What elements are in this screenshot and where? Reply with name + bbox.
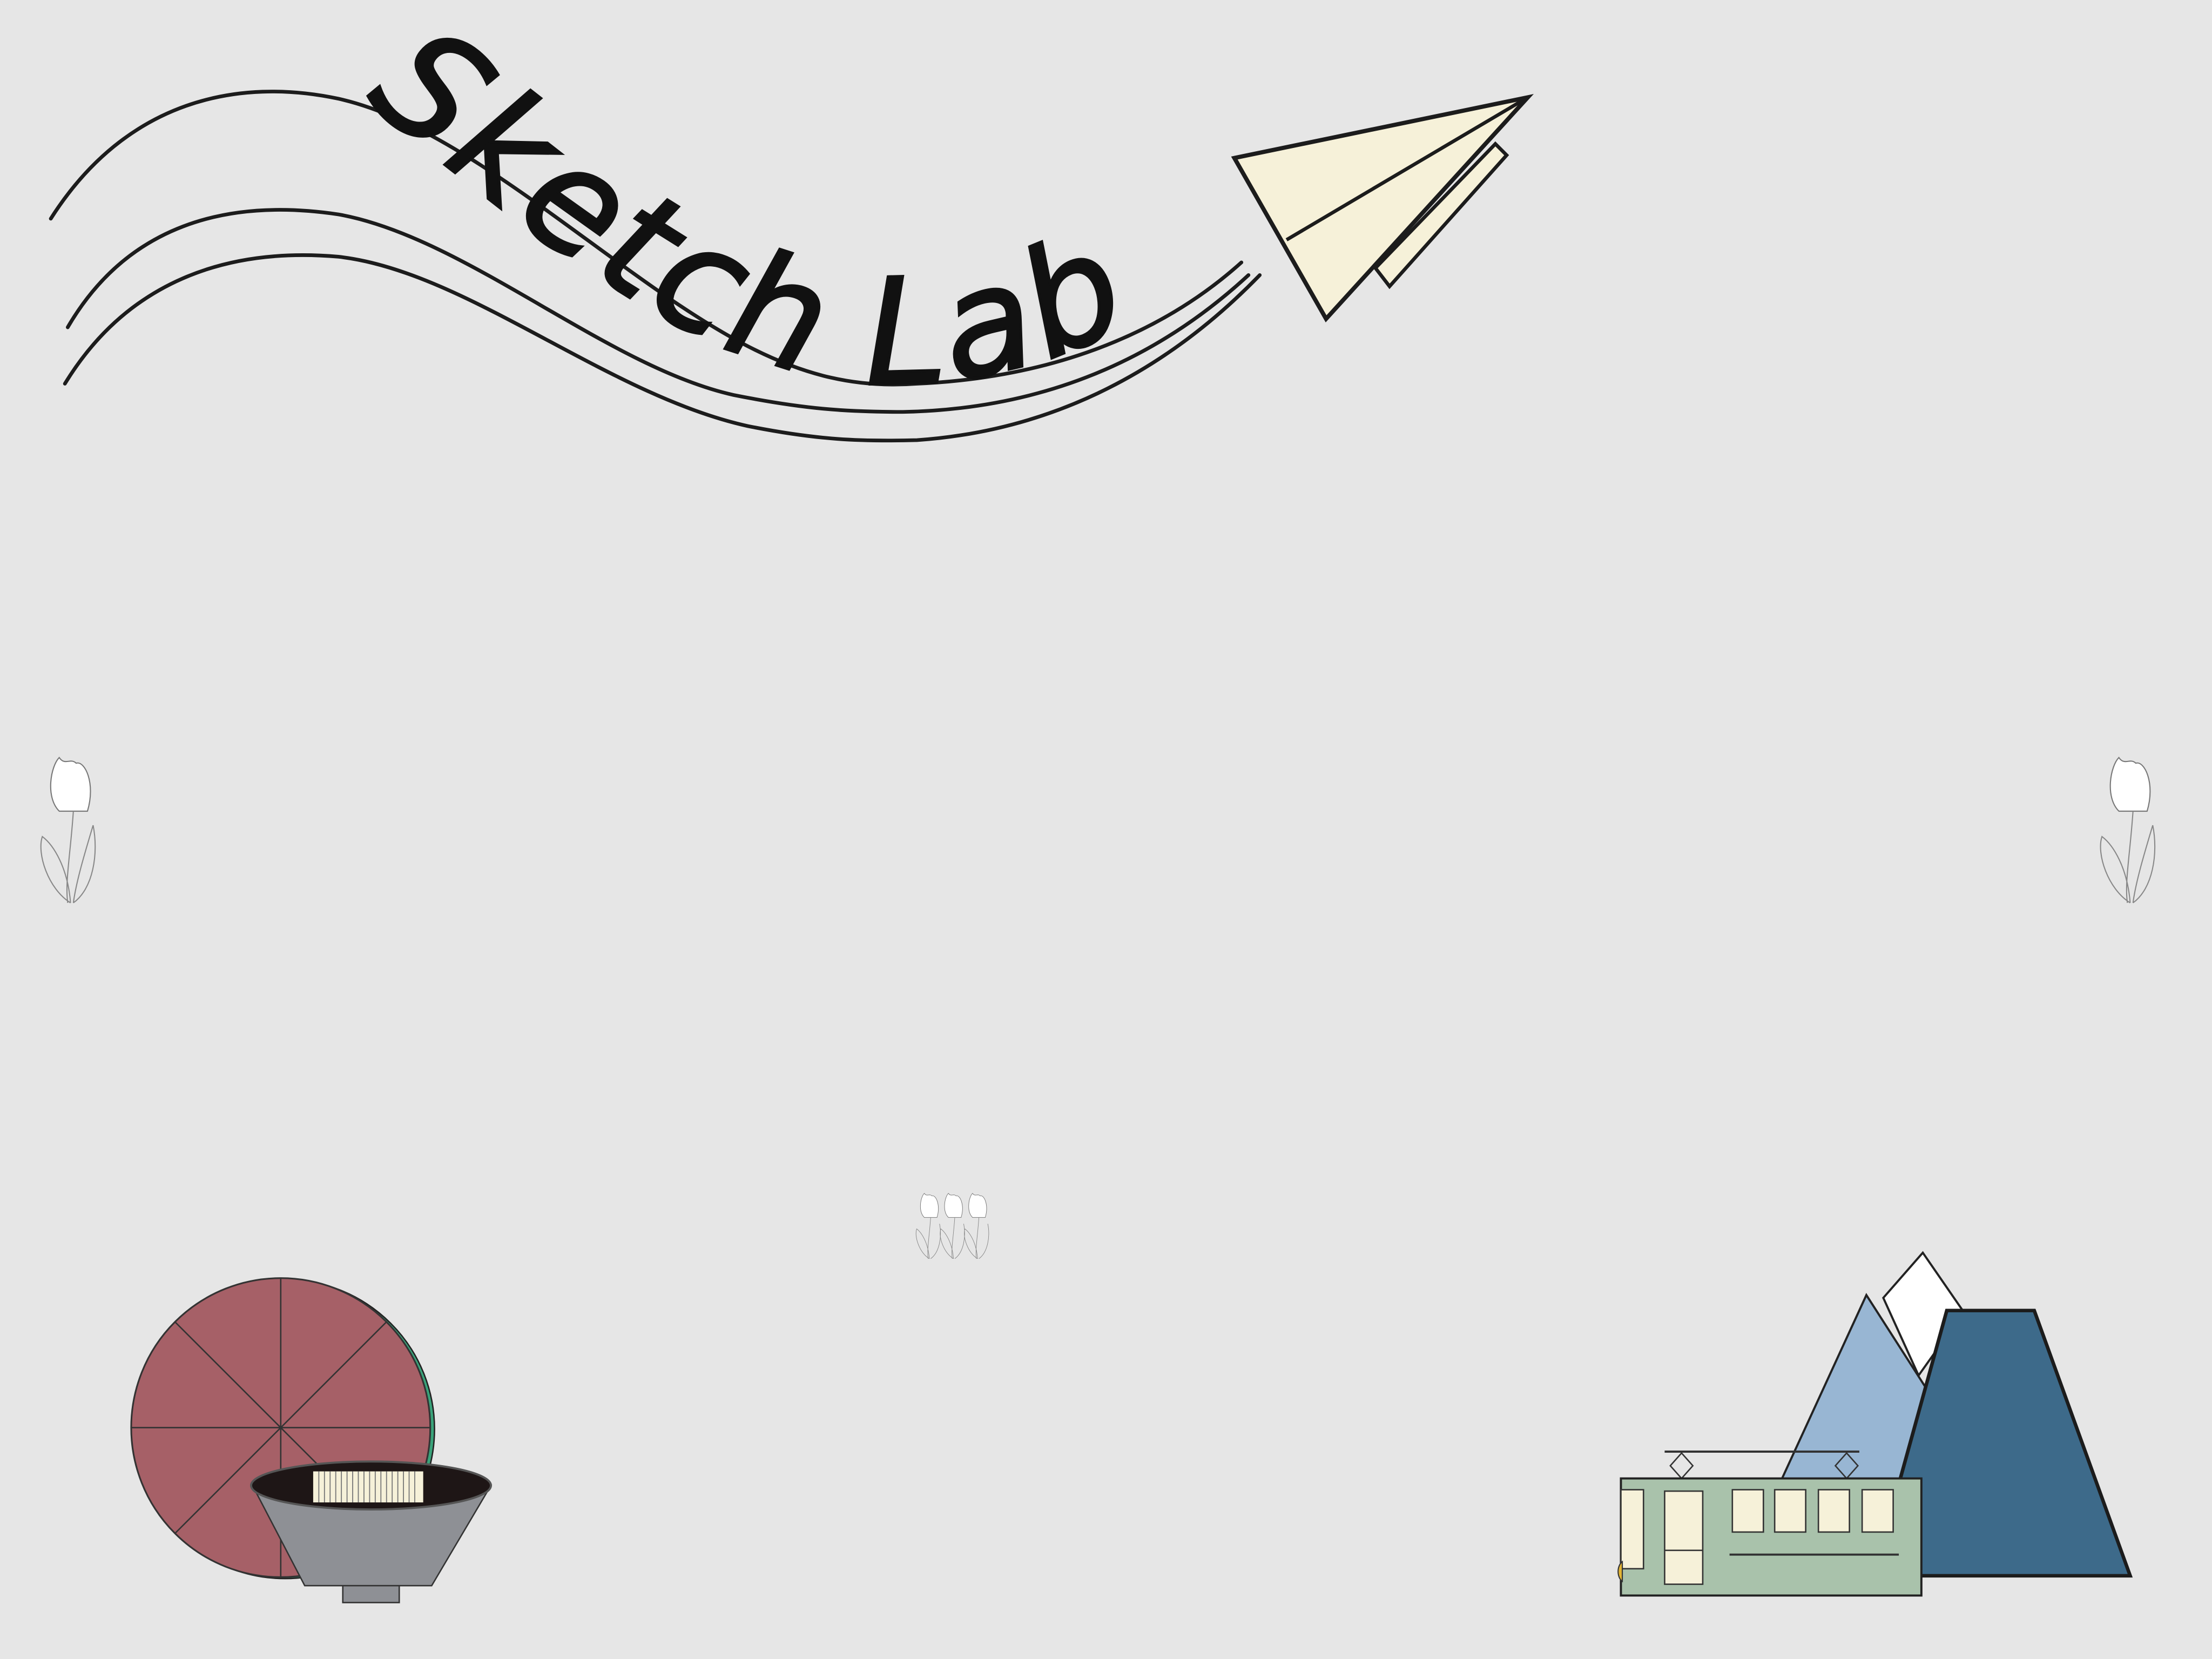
noodles [313, 1471, 423, 1503]
splash-canvas: Sketch Lab [0, 0, 2212, 1659]
